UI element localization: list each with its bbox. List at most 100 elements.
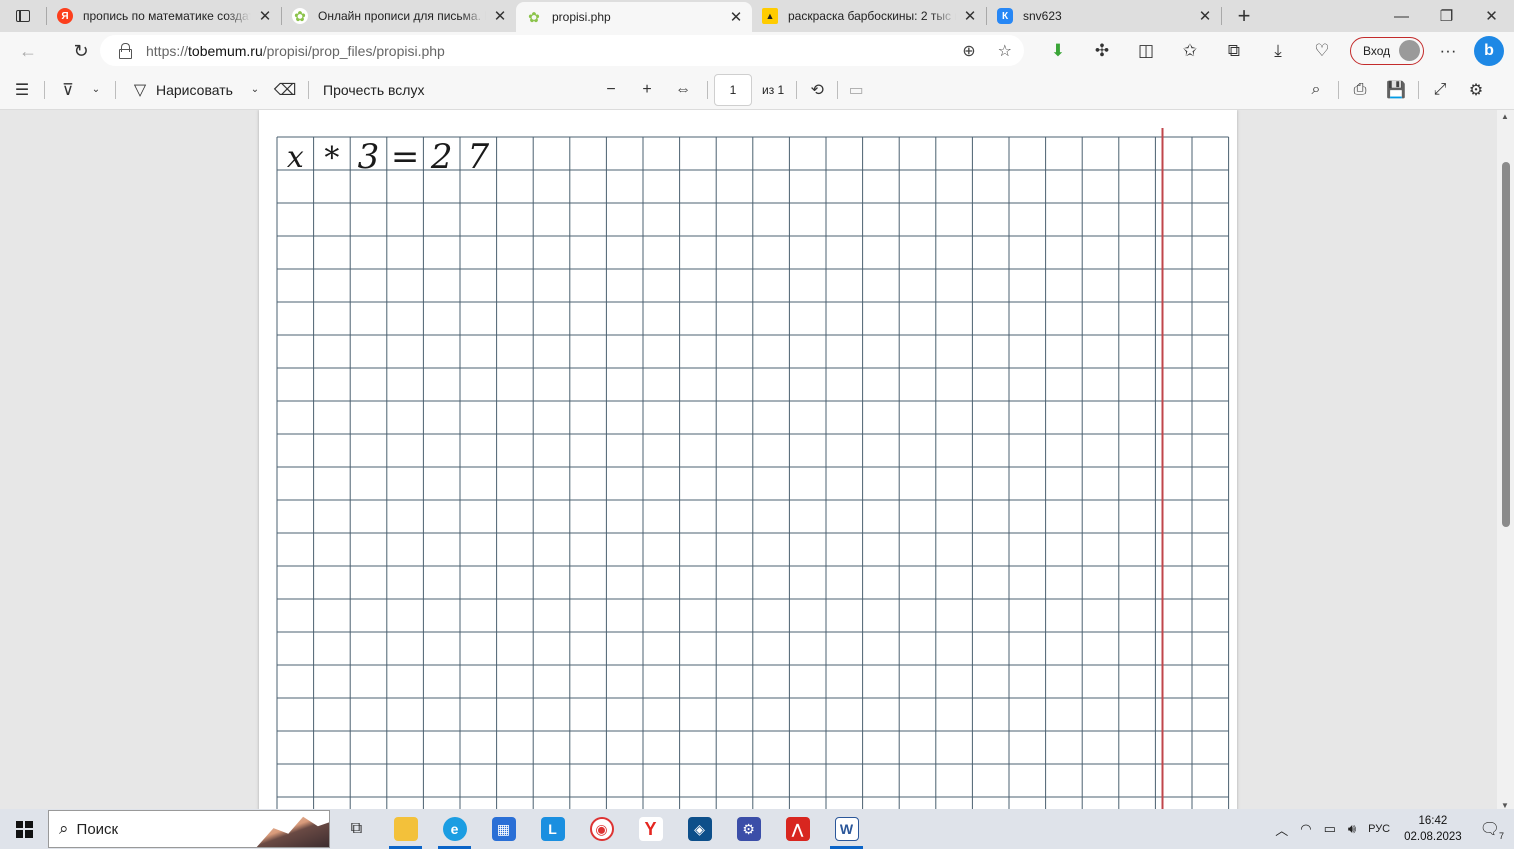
tab-actions-button[interactable]: [0, 0, 46, 32]
task-view-button[interactable]: ⧉: [332, 809, 381, 849]
tab-4[interactable]: К snv623 ✕: [987, 0, 1221, 32]
avatar: [1399, 40, 1420, 61]
close-icon[interactable]: ✕: [962, 7, 978, 25]
tab-actions-icon: [16, 10, 30, 22]
split-screen-icon[interactable]: ◫: [1124, 41, 1168, 61]
yandex-icon: Y: [638, 817, 663, 841]
search-highlight-image: [255, 816, 329, 847]
search-icon: ⌕: [59, 819, 69, 838]
taskbar-store[interactable]: ▦: [479, 809, 528, 849]
taskbar-yandex[interactable]: Y: [626, 809, 675, 849]
pdf-viewer[interactable]: x * 3 = 2 7: [0, 110, 1497, 810]
pdf-page: x * 3 = 2 7: [259, 110, 1237, 810]
taskbar-word[interactable]: W: [822, 809, 871, 849]
close-icon[interactable]: ✕: [257, 7, 273, 25]
taskbar-acrobat[interactable]: ⋀: [773, 809, 822, 849]
windows-logo-icon: [15, 820, 33, 838]
refresh-button[interactable]: ↻: [63, 35, 99, 67]
battery-icon[interactable]: ▭: [1324, 821, 1336, 837]
rotate-icon[interactable]: ⟲: [797, 80, 837, 100]
volume-icon[interactable]: 🔊︎: [1348, 821, 1356, 837]
scrollbar-thumb[interactable]: [1502, 162, 1510, 527]
page-number-input[interactable]: 1: [714, 73, 752, 106]
taskbar-settings-app[interactable]: ⚙: [724, 809, 773, 849]
new-tab-button[interactable]: +: [1228, 3, 1260, 29]
tab-3[interactable]: ▲ раскраска барбоскины: 2 тыс изображени…: [752, 0, 986, 32]
system-tray: ︿ ◠ ▭ 🔊︎ РУС 16:42 02.08.2023 🗨︎ 7: [1269, 809, 1514, 849]
taskbar-search[interactable]: ⌕ Поиск: [48, 810, 330, 848]
signin-button[interactable]: Вход: [1350, 37, 1424, 65]
url-text: https://tobemum.ru/propisi/prop_files/pr…: [146, 42, 445, 59]
close-window-button[interactable]: ✕: [1469, 0, 1514, 32]
tab-title: раскраска барбоскины: 2 тыс изображений: [788, 9, 956, 23]
favorites-icon[interactable]: ✩: [1168, 41, 1212, 61]
print-icon[interactable]: ⎙: [1344, 81, 1376, 99]
taskbar-explorer[interactable]: [381, 809, 430, 849]
scroll-up-icon[interactable]: ▲: [1501, 112, 1509, 121]
more-menu-icon[interactable]: ···: [1430, 41, 1466, 61]
downloads-icon[interactable]: ⤓: [1256, 41, 1300, 61]
draw-button[interactable]: Нарисовать: [156, 82, 244, 98]
window-controls: — ❐ ✕: [1379, 0, 1514, 32]
taskbar-defender[interactable]: ◈: [675, 809, 724, 849]
language-indicator[interactable]: РУС: [1368, 823, 1390, 835]
tab-title: snv623: [1023, 9, 1062, 23]
worksheet-cell-text: 7: [467, 137, 489, 177]
fit-width-icon[interactable]: ⇔: [665, 81, 701, 99]
save-icon[interactable]: 💾: [1380, 80, 1412, 100]
tab-bar: Я пропись по математике создать ✕ ✿ Онла…: [0, 0, 1514, 32]
zoom-out-icon[interactable]: −: [593, 81, 629, 99]
eraser-icon[interactable]: ⌫: [270, 80, 300, 100]
back-button[interactable]: ←: [10, 35, 46, 67]
acrobat-icon: ⋀: [785, 817, 810, 841]
tab-favicon-icon: ✿: [292, 8, 308, 24]
lock-icon: [118, 43, 132, 59]
edge-icon: e: [442, 817, 467, 841]
tab-title: пропись по математике создать: [83, 9, 251, 23]
page-total: из 1: [762, 82, 785, 97]
tab-2[interactable]: ✿ propisi.php ✕: [516, 2, 752, 32]
tab-title: propisi.php: [552, 10, 611, 24]
maximize-button[interactable]: ❐: [1424, 0, 1469, 32]
extension-download-icon[interactable]: ⬇: [1036, 41, 1080, 61]
address-toolbar: ← ↻ https://tobemum.ru/propisi/prop_file…: [0, 32, 1514, 70]
performance-icon[interactable]: ♡: [1300, 41, 1344, 61]
start-button[interactable]: [0, 809, 48, 849]
tab-1[interactable]: ✿ Онлайн прописи для письма. Бесплатно ✕: [282, 0, 516, 32]
tab-title: Онлайн прописи для письма. Бесплатно: [318, 9, 486, 23]
fullscreen-icon[interactable]: ⤢: [1424, 81, 1456, 99]
tab-favicon-icon: Я: [57, 8, 73, 24]
settings-gear-icon[interactable]: ⚙: [1460, 80, 1492, 100]
chevron-down-icon[interactable]: ⌄: [244, 84, 266, 95]
taskbar-app-l[interactable]: L: [528, 809, 577, 849]
zoom-icon[interactable]: ⊕: [962, 41, 975, 61]
notifications-icon[interactable]: 🗨︎ 7: [1480, 819, 1504, 841]
wifi-icon[interactable]: ◠: [1300, 821, 1311, 837]
address-bar[interactable]: https://tobemum.ru/propisi/prop_files/pr…: [100, 35, 1024, 66]
app-settings-icon: ⚙: [736, 817, 761, 841]
tab-0[interactable]: Я пропись по математике создать ✕: [47, 0, 281, 32]
close-icon[interactable]: ✕: [728, 8, 744, 26]
search-icon[interactable]: ⌕: [1300, 81, 1332, 99]
worksheet-cell-text: 2: [430, 137, 453, 177]
vertical-scrollbar[interactable]: ▲ ▼: [1497, 110, 1514, 810]
folder-icon: [393, 817, 418, 841]
extensions-icon[interactable]: ✣: [1080, 41, 1124, 61]
chevron-down-icon[interactable]: ⌄: [87, 84, 105, 95]
contents-list-icon[interactable]: ☰: [0, 80, 44, 100]
taskbar-edge[interactable]: e: [430, 809, 479, 849]
clock[interactable]: 16:42 02.08.2023: [1404, 813, 1462, 845]
draw-icon[interactable]: ▽: [126, 80, 154, 100]
taskbar-app-red[interactable]: ◉: [577, 809, 626, 849]
zoom-in-icon[interactable]: +: [629, 81, 665, 99]
highlight-icon[interactable]: ⊽: [49, 80, 87, 100]
chevron-up-icon[interactable]: ︿: [1275, 820, 1288, 839]
read-aloud-button[interactable]: Прочесть вслух: [323, 82, 593, 98]
minimize-button[interactable]: —: [1379, 0, 1424, 32]
copilot-icon[interactable]: b: [1474, 36, 1504, 66]
favorite-star-icon[interactable]: ☆: [998, 41, 1012, 61]
close-icon[interactable]: ✕: [492, 7, 508, 25]
collections-icon[interactable]: ⧉: [1212, 41, 1256, 61]
close-icon[interactable]: ✕: [1197, 7, 1213, 25]
worksheet-cell-text: =: [391, 137, 420, 177]
